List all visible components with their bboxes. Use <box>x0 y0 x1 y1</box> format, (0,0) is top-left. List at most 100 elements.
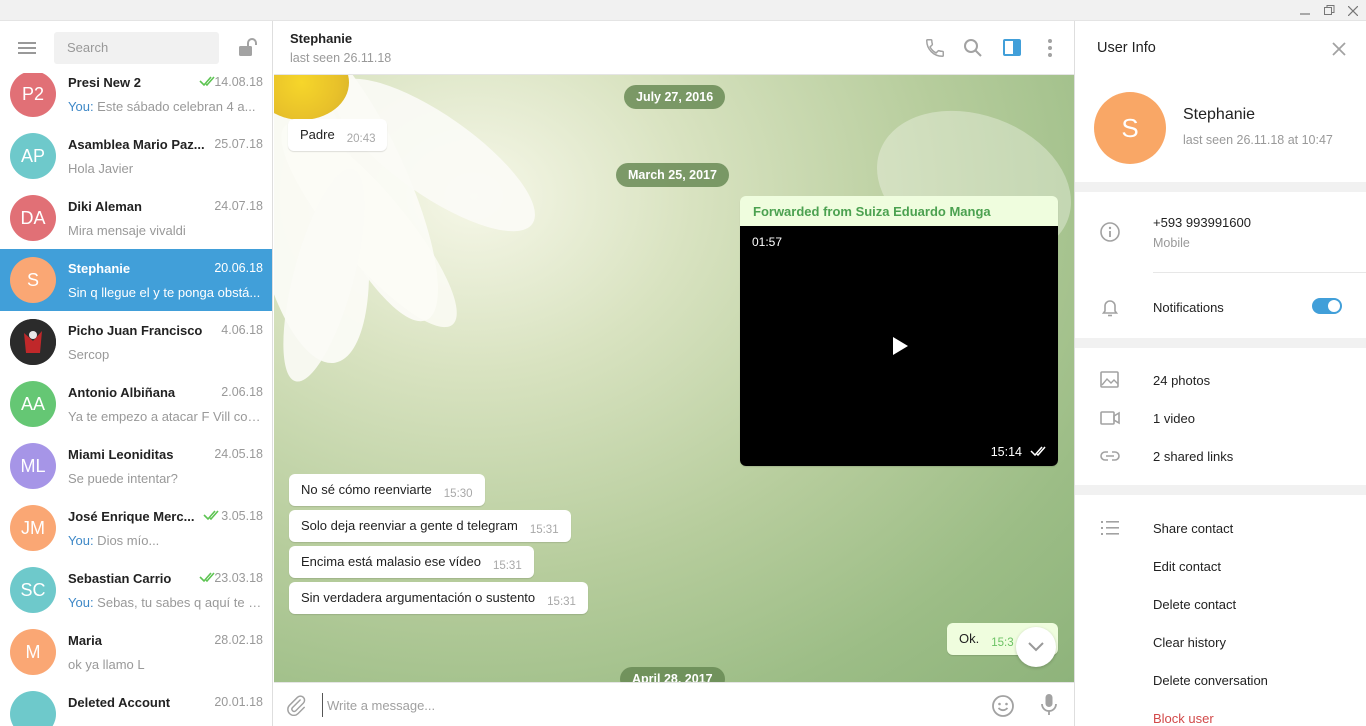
minimize-button[interactable] <box>1292 0 1318 21</box>
video-player[interactable]: 01:57 15:14 <box>740 226 1058 466</box>
chat-list-item[interactable]: AP Asamblea Mario Paz... 25.07.18 Hola Javi… <box>0 125 272 187</box>
unlock-icon <box>239 38 257 56</box>
date-separator: July 27, 2016 <box>624 85 726 109</box>
message-input[interactable] <box>322 693 972 717</box>
chat-preview: Mira mensaje vivaldi <box>68 223 264 238</box>
message-incoming[interactable]: Padre 20:43 <box>288 119 388 151</box>
avatar: SC <box>10 567 56 613</box>
search-chat-button[interactable] <box>962 37 984 59</box>
message-incoming[interactable]: Encima está malasio ese vídeo 15:31 <box>289 546 534 578</box>
microphone-icon <box>1041 694 1057 715</box>
chat-name: Maria <box>68 633 102 648</box>
toggle-info-panel-button[interactable] <box>1001 37 1023 59</box>
delete-conversation-button[interactable]: Delete conversation <box>1153 673 1268 688</box>
avatar: S <box>10 257 56 303</box>
profile-last-seen: last seen 26.11.18 at 10:47 <box>1183 133 1333 147</box>
chat-list-item[interactable]: ML Miami Leoniditas 24.05.18 Se puede inten… <box>0 435 272 497</box>
main-menu-button[interactable] <box>15 39 39 57</box>
message-incoming[interactable]: No sé cómo reenviarte 15:30 <box>289 474 485 506</box>
clear-history-button[interactable]: Clear history <box>1153 635 1226 650</box>
chat-date: 2.06.18 <box>221 385 263 399</box>
scroll-to-bottom-button[interactable] <box>1016 627 1056 667</box>
message-composer <box>274 682 1074 726</box>
message-time: 20:43 <box>346 133 376 145</box>
divider <box>1153 272 1366 273</box>
message-history[interactable]: July 27, 2016 Padre 20:43 March 25, 2017 … <box>274 75 1074 682</box>
close-panel-button[interactable] <box>1329 39 1349 59</box>
chat-preview: Sin q llegue el y te ponga obstá... <box>68 285 264 300</box>
message-incoming[interactable]: Sin verdadera argumentación o sustento 15… <box>289 582 588 614</box>
search-icon <box>964 39 982 57</box>
avatar: JM <box>10 505 56 551</box>
shared-photos-link[interactable]: 24 photos <box>1153 373 1210 388</box>
chat-list-item[interactable]: JM José Enrique Merc... 3.05.18 You: Dios m… <box>0 497 272 559</box>
chat-list-item[interactable]: DA Diki Aleman 24.07.18 Mira mensaje vivald… <box>0 187 272 249</box>
chat-date: 24.05.18 <box>214 447 263 461</box>
more-menu-button[interactable] <box>1039 37 1061 59</box>
delete-contact-button[interactable]: Delete contact <box>1153 597 1236 612</box>
avatar[interactable]: S <box>1094 92 1166 164</box>
phone-number[interactable]: +593 993991600 <box>1153 215 1251 230</box>
passcode-lock-button[interactable] <box>236 37 258 59</box>
search-input[interactable]: Search <box>54 32 219 64</box>
message-text: Solo deja reenviar a gente d telegram <box>301 518 518 533</box>
chat-name: Presi New 2 <box>68 75 141 90</box>
chat-preview: Sercop <box>68 347 264 362</box>
chat-name: Picho Juan Francisco <box>68 323 203 338</box>
double-check-icon <box>199 572 215 583</box>
forwarded-video-message[interactable]: Forwarded from Suiza Eduardo Manga 01:57… <box>740 196 1058 466</box>
close-window-button[interactable] <box>1340 0 1366 21</box>
video-duration: 01:57 <box>752 235 783 249</box>
chat-name: Asamblea Mario Paz... <box>68 137 205 152</box>
chat-date: 4.06.18 <box>221 323 263 337</box>
emoji-button[interactable] <box>991 694 1015 718</box>
message-text: Sin verdadera argumentación o sustento <box>301 590 536 605</box>
video-icon <box>1100 411 1120 425</box>
notifications-toggle[interactable] <box>1312 298 1342 314</box>
chat-preview: Se puede intentar? <box>68 471 264 486</box>
phone-icon <box>926 39 944 57</box>
phone-label: Mobile <box>1153 236 1190 250</box>
voice-record-button[interactable] <box>1038 693 1060 717</box>
share-contact-button[interactable]: Share contact <box>1153 521 1233 536</box>
shared-videos-link[interactable]: 1 video <box>1153 411 1195 426</box>
restore-icon <box>1323 5 1334 15</box>
avatar: AP <box>10 133 56 179</box>
play-icon[interactable] <box>891 336 909 356</box>
preview-text: Mira mensaje vivaldi <box>68 223 186 238</box>
chat-list: P2 Presi New 2 14.08.18 You: Este sábado ce… <box>0 63 272 726</box>
chat-list-item[interactable]: M Maria 28.02.18 ok ya llamo L <box>0 621 272 683</box>
chat-list-item[interactable]: Picho Juan Francisco 4.06.18 Sercop <box>0 311 272 373</box>
chat-name: Diki Aleman <box>68 199 142 214</box>
sender-label: You: <box>68 99 94 114</box>
chat-list-item[interactable]: SC Sebastian Carrio 23.03.18 You: Sebas, tu… <box>0 559 272 621</box>
chat-list-item[interactable]: Deleted Account 20.01.18 <box>0 683 272 726</box>
chat-list-item[interactable]: AA Antonio Albiñana 2.06.18 Ya te empezo a … <box>0 373 272 435</box>
chat-preview: Hola Javier <box>68 161 264 176</box>
left-toolbar: Search <box>0 21 272 73</box>
chat-preview: You: Este sábado celebran 4 a... <box>68 99 264 114</box>
user-info-panel: User Info S Stephanie last seen 26.11.18… <box>1074 21 1366 726</box>
preview-text: Ya te empezo a atacar F Vill con... <box>68 409 264 424</box>
avatar: DA <box>10 195 56 241</box>
block-user-button[interactable]: Block user <box>1153 711 1214 726</box>
sender-label: You: <box>68 595 94 610</box>
photo-icon <box>1100 371 1119 388</box>
preview-text: Sercop <box>68 347 110 362</box>
forwarded-from-label[interactable]: Forwarded from Suiza Eduardo Manga <box>753 204 991 219</box>
chat-name: Miami Leoniditas <box>68 447 174 462</box>
shared-links-link[interactable]: 2 shared links <box>1153 449 1233 464</box>
call-button[interactable] <box>924 37 946 59</box>
sidebar-icon <box>1003 39 1021 56</box>
chat-date: 28.02.18 <box>214 633 263 647</box>
window-titlebar <box>0 0 1366 21</box>
info-icon <box>1100 222 1120 242</box>
chat-title[interactable]: Stephanie <box>290 31 352 46</box>
preview-text: Se puede intentar? <box>68 471 178 486</box>
chat-list-item[interactable]: S Stephanie 20.06.18 Sin q llegue el y te p… <box>0 249 272 311</box>
message-incoming[interactable]: Solo deja reenviar a gente d telegram 15:… <box>289 510 571 542</box>
edit-contact-button[interactable]: Edit contact <box>1153 559 1221 574</box>
maximize-button[interactable] <box>1316 0 1342 21</box>
bell-icon <box>1101 300 1119 317</box>
attach-button[interactable] <box>285 694 307 717</box>
